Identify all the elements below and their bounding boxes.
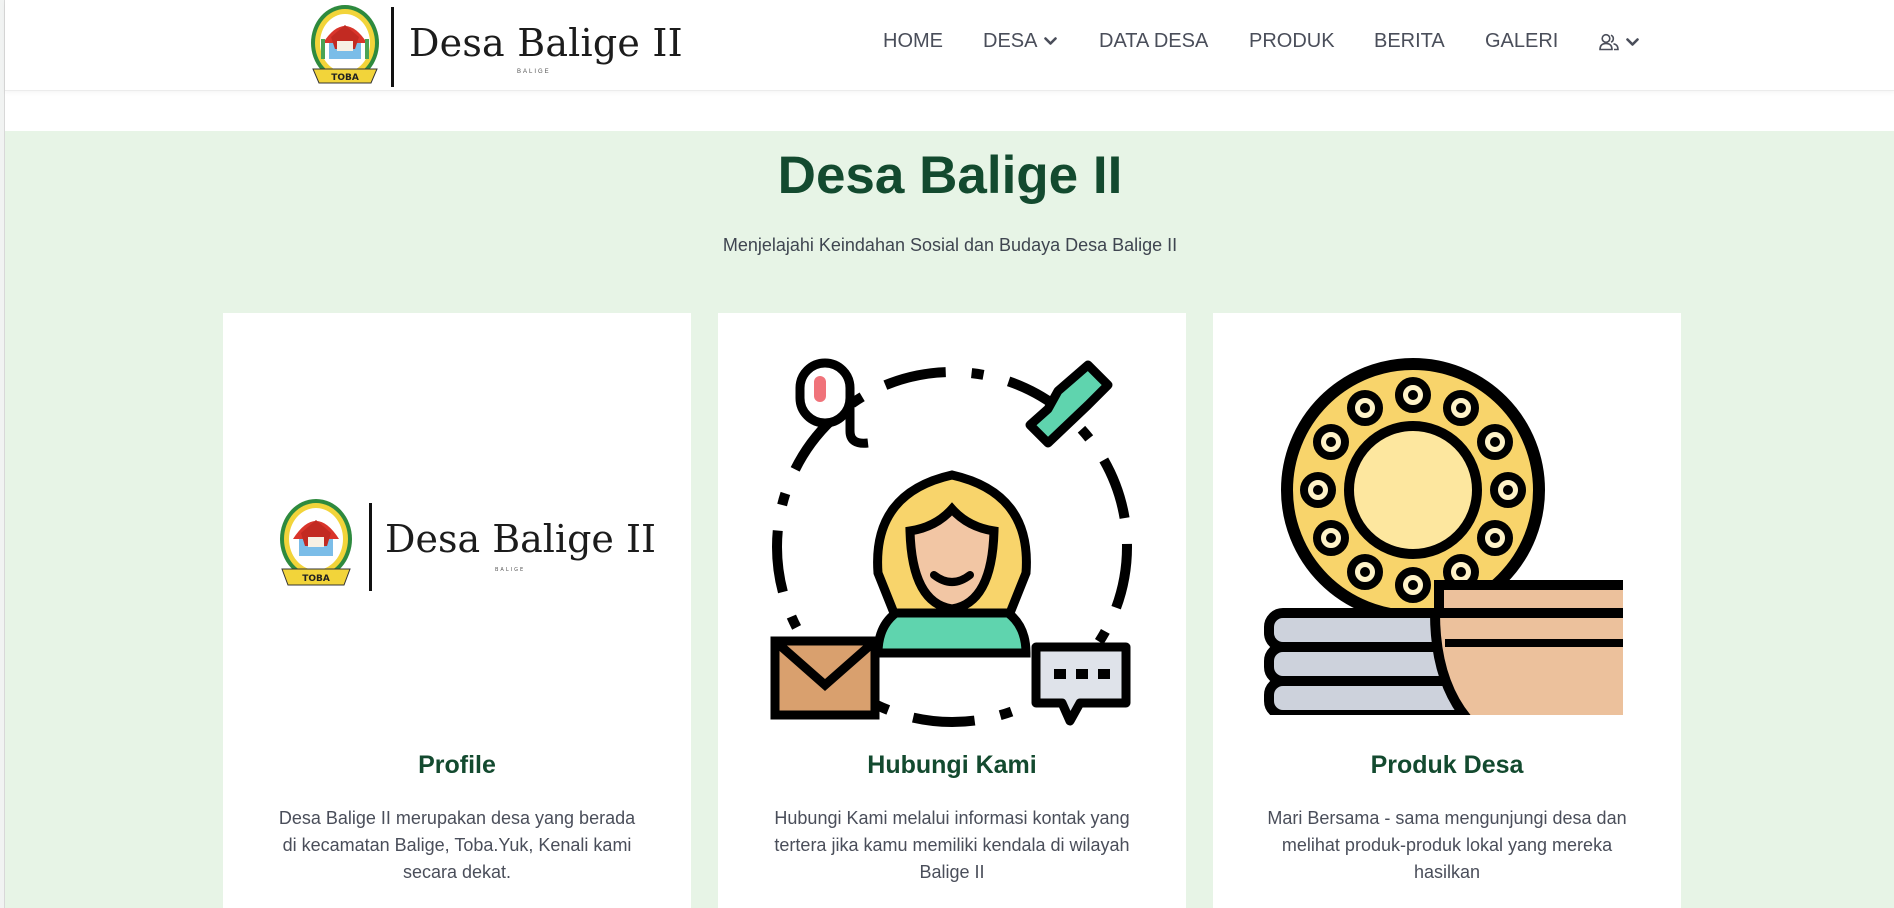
contact-card-title: Hubungi Kami xyxy=(867,751,1037,779)
nav-produk[interactable]: PRODUK xyxy=(1249,30,1335,53)
desa-balige-logo-image: TOBA Desa Balige II BALIGE xyxy=(280,499,656,591)
nav-data-desa[interactable]: DATA DESA xyxy=(1099,30,1208,53)
product-card[interactable]: Produk Desa Mari Bersama - sama mengunju… xyxy=(1213,313,1681,908)
brand-subtitle: BALIGE xyxy=(517,69,551,75)
nav-home-label: HOME xyxy=(883,30,943,52)
nav-desa-dropdown[interactable]: DESA xyxy=(983,30,1058,53)
navbar: TOBA Desa Balige II BALIGE HOME DESA DAT… xyxy=(5,0,1894,91)
profile-emblem-label: TOBA xyxy=(302,574,330,584)
woman-avatar-icon xyxy=(873,470,1031,658)
hero-subtitle: Menjelajahi Keindahan Sosial dan Budaya … xyxy=(722,235,1178,255)
phone-icon xyxy=(1025,360,1113,448)
nav-user-dropdown[interactable] xyxy=(1599,33,1639,51)
contact-card[interactable]: Hubungi Kami Hubungi Kami melalui inform… xyxy=(718,313,1186,908)
contact-card-text: Hubungi Kami melalui informasi kontak ya… xyxy=(774,808,1130,882)
brand-emblem-label: TOBA xyxy=(331,73,359,83)
hero-section: Desa Balige II Menjelajahi Keindahan Sos… xyxy=(5,131,1894,908)
hero-title: Desa Balige II xyxy=(777,146,1123,205)
product-card-text: Mari Bersama - sama mengunjungi desa dan… xyxy=(1267,808,1627,882)
nav-berita-label: BERITA xyxy=(1374,30,1445,52)
profile-logo-name: Desa Balige II xyxy=(385,517,656,561)
chevron-down-icon xyxy=(1044,37,1058,45)
profile-card-title: Profile xyxy=(418,751,496,779)
nav-home[interactable]: HOME xyxy=(883,30,943,53)
main-nav: HOME DESA DATA DESA PRODUK BERITA GALERI xyxy=(5,30,1894,60)
envelope-icon xyxy=(770,636,880,720)
chat-bubble-icon xyxy=(1031,642,1131,726)
profile-card-text: Desa Balige II merupakan desa yang berad… xyxy=(278,808,636,882)
nav-produk-label: PRODUK xyxy=(1249,30,1335,52)
contact-support-woman-icon xyxy=(770,358,1132,727)
page: TOBA Desa Balige II BALIGE HOME DESA DAT… xyxy=(4,0,1894,908)
profile-card[interactable]: TOBA Desa Balige II BALIGE Profile Desa … xyxy=(223,313,691,908)
local-products-basket-plates-icon xyxy=(1264,358,1623,715)
product-card-title: Produk Desa xyxy=(1370,751,1524,779)
chevron-down-icon xyxy=(1626,37,1639,46)
users-icon xyxy=(1599,33,1619,51)
nav-data-desa-label: DATA DESA xyxy=(1099,30,1209,52)
nav-berita[interactable]: BERITA xyxy=(1374,30,1445,53)
nav-galeri[interactable]: GALERI xyxy=(1485,30,1558,53)
nav-desa-label: DESA xyxy=(983,30,1038,52)
nav-galeri-label: GALERI xyxy=(1485,30,1559,52)
profile-logo-sub: BALIGE xyxy=(495,567,525,573)
